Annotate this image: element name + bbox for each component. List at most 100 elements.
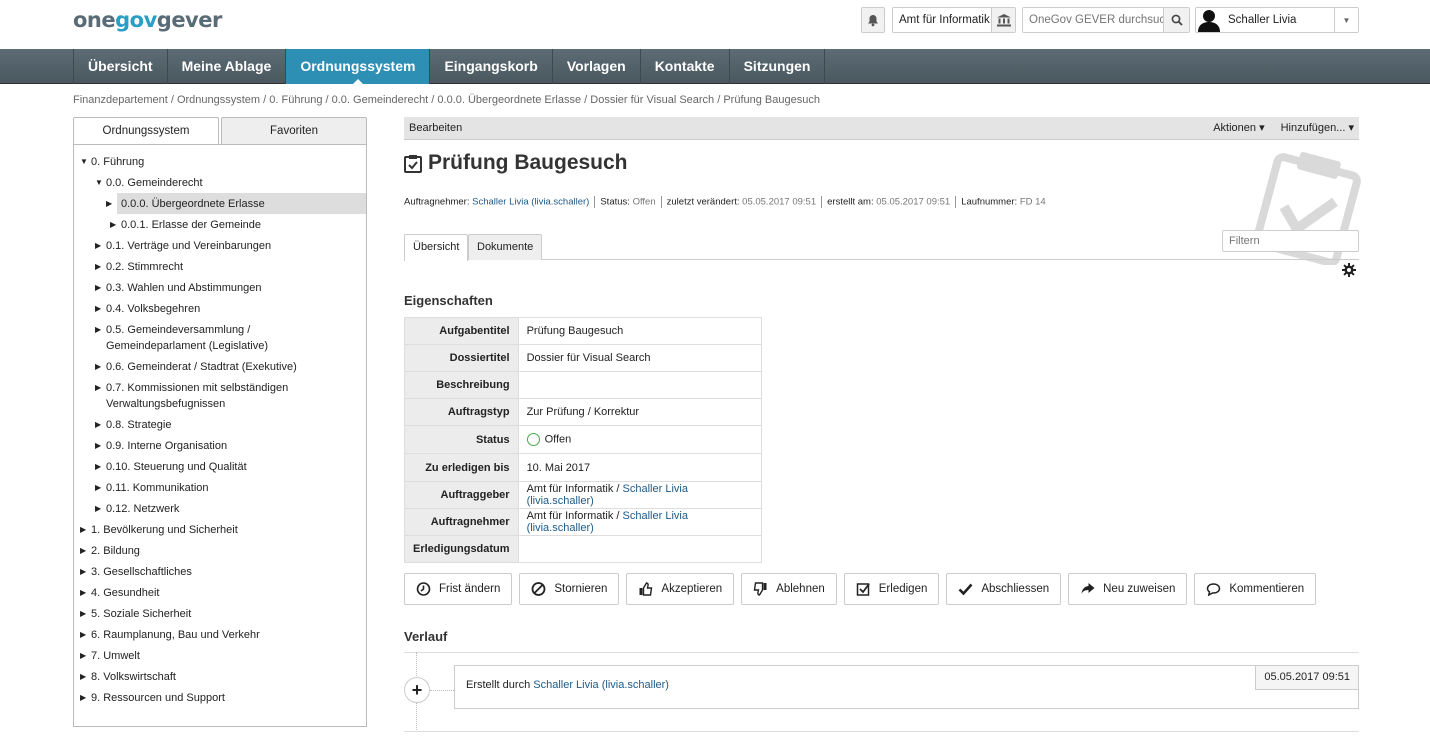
tree-item[interactable]: ▶ 0.9. Interne Organisation <box>74 435 366 456</box>
meta-modified-label: zuletzt verändert: <box>666 196 740 208</box>
nav-item-eingangskorb[interactable]: Eingangskorb <box>429 49 551 84</box>
tree-item[interactable]: ▶ 0.3. Wahlen und Abstimmungen <box>74 277 366 298</box>
caret-right-icon[interactable]: ▶ <box>95 438 101 454</box>
bell-icon <box>868 14 878 26</box>
logo-gov: gov <box>115 8 157 32</box>
button-label: Akzeptieren <box>661 583 723 595</box>
tree-item[interactable]: ▶ 0.8. Strategie <box>74 414 366 435</box>
org-unit-selector[interactable]: Amt für Informatik <box>892 7 1016 33</box>
history-entry-user-link[interactable]: Schaller Livia (livia.schaller) <box>533 679 669 691</box>
actions-menu[interactable]: Aktionen ▾ <box>1213 122 1264 134</box>
tree-item[interactable]: ▶ 9. Ressourcen und Support <box>74 687 366 708</box>
tree-item[interactable]: ▶ 0.12. Netzwerk <box>74 498 366 519</box>
caret-right-icon[interactable]: ▶ <box>80 564 86 580</box>
tree-item[interactable]: ▶ 0.0.1. Erlasse der Gemeinde <box>74 214 366 235</box>
tree-item[interactable]: ▶ 1. Bevölkerung und Sicherheit <box>74 519 366 540</box>
caret-right-icon[interactable]: ▶ <box>95 359 101 375</box>
caret-right-icon[interactable]: ▶ <box>80 543 86 559</box>
property-key: Auftraggeber <box>404 481 519 509</box>
caret-right-icon[interactable]: ▶ <box>95 238 101 254</box>
user-menu[interactable]: Schaller Livia ▼ <box>1195 7 1359 33</box>
sidebar-tab-ordnungssystem[interactable]: Ordnungssystem <box>73 117 219 145</box>
tree-item[interactable]: ▶ 0.11. Kommunikation <box>74 477 366 498</box>
nav-item-kontakte[interactable]: Kontakte <box>639 49 729 84</box>
caret-right-icon[interactable]: ▶ <box>95 380 101 396</box>
caret-right-icon[interactable]: ▶ <box>80 669 86 685</box>
frist-andern-button[interactable]: Frist ändern <box>404 573 513 605</box>
caret-right-icon[interactable]: ▶ <box>110 217 116 233</box>
tree-item[interactable]: ▶ 0.10. Steuerung und Qualität <box>74 456 366 477</box>
tree-item[interactable]: ▶ 8. Volkswirtschaft <box>74 666 366 687</box>
tree-item[interactable]: ▶ 0.0.0. Übergeordnete Erlasse <box>106 193 366 214</box>
caret-right-icon[interactable]: ▶ <box>80 648 86 664</box>
expand-history-button[interactable]: + <box>404 677 430 703</box>
sidebar-tab-favoriten[interactable]: Favoriten <box>221 117 367 145</box>
tree-item[interactable]: ▶ 7. Umwelt <box>74 645 366 666</box>
caret-right-icon[interactable]: ▶ <box>95 459 101 475</box>
caret-right-icon[interactable]: ▶ <box>95 501 101 517</box>
tree-item[interactable]: ▶ 0.7. Kommissionen mit selbständigen Ver… <box>74 377 366 414</box>
caret-right-icon[interactable]: ▶ <box>95 417 101 433</box>
breadcrumb[interactable]: Finanzdepartement / Ordnungssystem / 0. … <box>73 94 820 106</box>
content-toolbar: Bearbeiten Aktionen ▾ Hinzufügen... ▾ <box>404 117 1359 140</box>
gear-icon[interactable] <box>1342 263 1356 277</box>
neu-zuweisen-button[interactable]: Neu zuweisen <box>1068 573 1188 605</box>
tree-item-label: 6. Raumplanung, Bau und Verkehr <box>91 629 260 641</box>
ablehnen-button[interactable]: Ablehnen <box>741 573 837 605</box>
nav-item-meine-ablage[interactable]: Meine Ablage <box>166 49 286 84</box>
caret-right-icon[interactable]: ▶ <box>106 196 112 212</box>
caret-right-icon[interactable]: ▶ <box>80 522 86 538</box>
caret-down-icon[interactable]: ▼ <box>80 154 88 170</box>
meta-assignee-link[interactable]: Schaller Livia (livia.schaller) <box>472 197 589 208</box>
tree-item[interactable]: ▶ 0.1. Verträge und Vereinbarungen <box>74 235 366 256</box>
akzeptieren-button[interactable]: Akzeptieren <box>626 573 735 605</box>
caret-right-icon[interactable]: ▶ <box>95 259 101 275</box>
tree-item[interactable]: ▶ 4. Gesundheit <box>74 582 366 603</box>
nav-item-sitzungen[interactable]: Sitzungen <box>728 49 826 84</box>
user-name: Schaller Livia <box>1228 14 1297 26</box>
caret-right-icon[interactable]: ▶ <box>95 480 101 496</box>
tab-dokumente[interactable]: Dokumente <box>468 234 543 260</box>
tree-item[interactable]: ▶ 0.4. Volksbegehren <box>74 298 366 319</box>
caret-right-icon[interactable]: ▶ <box>80 606 86 622</box>
filter-input[interactable] <box>1222 230 1359 252</box>
caret-right-icon[interactable]: ▶ <box>80 690 86 706</box>
logo[interactable]: onegovgever <box>73 8 222 32</box>
tree-item[interactable]: ▶ 0.6. Gemeinderat / Stadtrat (Exekutive) <box>74 356 366 377</box>
tree-item[interactable]: ▶ 0.2. Stimmrecht <box>74 256 366 277</box>
tree-item[interactable]: ▼ 0.0. Gemeinderecht <box>74 172 366 193</box>
tree-item[interactable]: ▶ 2. Bildung <box>74 540 366 561</box>
caret-right-icon[interactable]: ▶ <box>80 627 86 643</box>
tab-uebersicht[interactable]: Übersicht <box>404 234 469 261</box>
property-key: Dossiertitel <box>404 344 519 372</box>
caret-right-icon[interactable]: ▶ <box>95 280 101 296</box>
tree-item[interactable]: ▶ 5. Soziale Sicherheit <box>74 603 366 624</box>
edit-button[interactable]: Bearbeiten <box>409 117 462 140</box>
caret-right-icon[interactable]: ▶ <box>95 322 101 338</box>
caret-right-icon[interactable]: ▶ <box>95 301 101 317</box>
add-menu[interactable]: Hinzufügen... ▾ <box>1281 122 1354 134</box>
tree-item[interactable]: ▶ 6. Raumplanung, Bau und Verkehr <box>74 624 366 645</box>
nav-item-vorlagen[interactable]: Vorlagen <box>551 49 640 84</box>
search-input[interactable] <box>1023 9 1163 31</box>
erledigen-button[interactable]: Erledigen <box>843 573 940 605</box>
property-value <box>517 535 763 563</box>
tree-item[interactable]: ▶ 3. Gesellschaftliches <box>74 561 366 582</box>
kommentieren-button[interactable]: Kommentieren <box>1194 573 1317 605</box>
tree-item[interactable]: ▶ 0.5. Gemeindeversammlung / Gemeindeparl… <box>74 319 366 356</box>
notifications-button[interactable] <box>861 7 885 33</box>
task-icon <box>404 154 422 173</box>
abschliessen-button[interactable]: Abschliessen <box>946 573 1062 605</box>
stornieren-button[interactable]: Stornieren <box>519 573 620 605</box>
property-value: Amt für Informatik / Schaller Livia (liv… <box>517 508 763 536</box>
tree-item-label: 0.4. Volksbegehren <box>106 303 201 315</box>
history-entry-date: 05.05.2017 09:51 <box>1255 665 1359 690</box>
nav-item-ubersicht[interactable]: Übersicht <box>73 49 167 84</box>
properties-heading: Eigenschaften <box>404 293 493 308</box>
nav-item-ordnungssystem[interactable]: Ordnungssystem <box>285 49 430 85</box>
search-button[interactable] <box>1163 8 1189 32</box>
caret-right-icon[interactable]: ▶ <box>80 585 86 601</box>
tree-item[interactable]: ▼ 0. Führung <box>74 151 366 172</box>
caret-down-icon[interactable]: ▼ <box>95 175 103 191</box>
main-content: Bearbeiten Aktionen ▾ Hinzufügen... ▾ Prü… <box>404 117 1361 732</box>
